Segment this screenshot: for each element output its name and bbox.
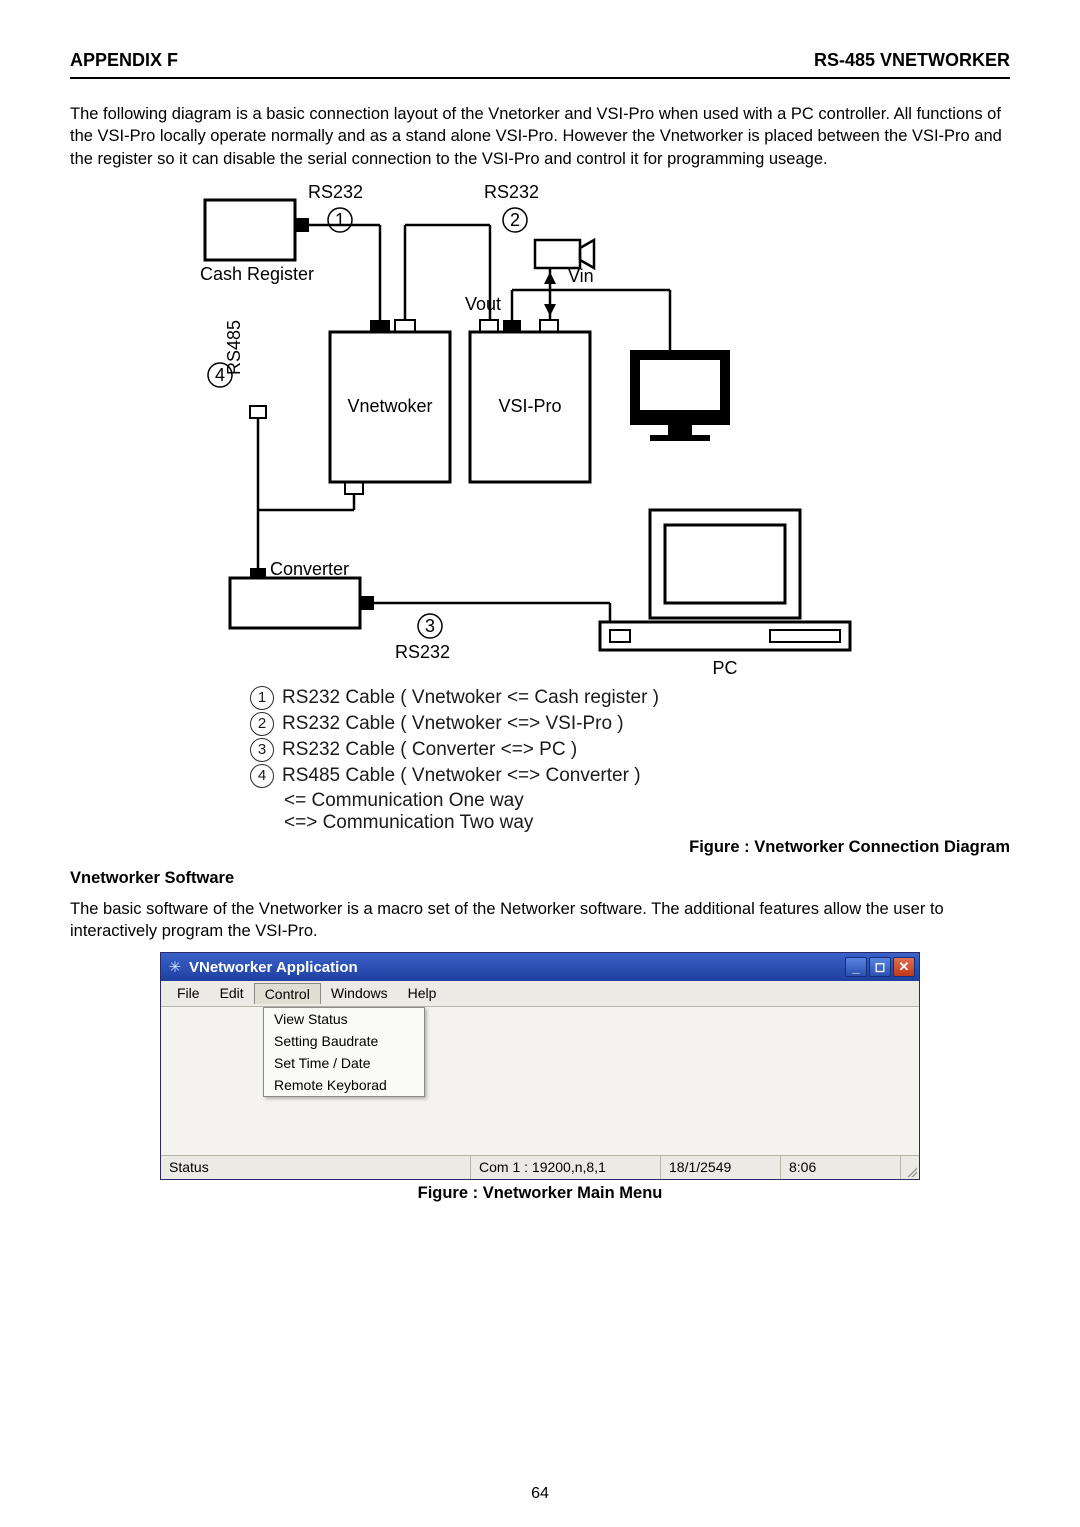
- connection-diagram: RS232 1 Cash Register RS232 2 Vin Vout V…: [170, 180, 910, 680]
- dd-setting-baudrate[interactable]: Setting Baudrate: [264, 1030, 424, 1052]
- legend-one-way: <= Communication One way: [284, 790, 1010, 812]
- legend-num-3: 3: [250, 738, 274, 762]
- status-label: Status: [161, 1156, 471, 1179]
- resize-grip-icon[interactable]: [901, 1156, 919, 1179]
- page-header: APPENDIX F RS-485 VNETWORKER: [70, 50, 1010, 79]
- label-vout: Vout: [465, 294, 501, 314]
- control-dropdown: View Status Setting Baudrate Set Time / …: [263, 1007, 425, 1097]
- diagram-num-2: 2: [510, 210, 520, 230]
- label-converter: Converter: [270, 559, 349, 579]
- label-cash-register: Cash Register: [200, 264, 314, 284]
- menu-control[interactable]: Control: [254, 983, 321, 1004]
- status-time: 8:06: [781, 1156, 901, 1179]
- label-pc: PC: [712, 658, 737, 678]
- legend-text-1: RS232 Cable ( Vnetwoker <= Cash register…: [282, 687, 659, 709]
- status-date: 18/1/2549: [661, 1156, 781, 1179]
- header-left: APPENDIX F: [70, 50, 178, 71]
- statusbar: Status Com 1 : 19200,n,8,1 18/1/2549 8:0…: [161, 1155, 919, 1179]
- client-area: View Status Setting Baudrate Set Time / …: [161, 1007, 919, 1155]
- menu-windows[interactable]: Windows: [321, 983, 398, 1004]
- legend-num-2: 2: [250, 712, 274, 736]
- label-rs232-1: RS232: [308, 182, 363, 202]
- legend-text-3: RS232 Cable ( Converter <=> PC ): [282, 739, 577, 761]
- dd-view-status[interactable]: View Status: [264, 1008, 424, 1030]
- software-paragraph: The basic software of the Vnetworker is …: [70, 898, 1010, 943]
- page-number: 64: [0, 1485, 1080, 1503]
- menu-help[interactable]: Help: [398, 983, 447, 1004]
- figure2-caption: Figure : Vnetworker Main Menu: [70, 1184, 1010, 1203]
- diagram-legend: 1 RS232 Cable ( Vnetwoker <= Cash regist…: [250, 686, 1010, 834]
- minimize-button[interactable]: _: [845, 957, 867, 977]
- label-vnetwoker: Vnetwoker: [347, 396, 432, 416]
- diagram-num-3: 3: [425, 616, 435, 636]
- app-title: VNetworker Application: [189, 959, 845, 976]
- dd-set-time-date[interactable]: Set Time / Date: [264, 1052, 424, 1074]
- legend-item-1: 1 RS232 Cable ( Vnetwoker <= Cash regist…: [250, 686, 1010, 710]
- legend-item-2: 2 RS232 Cable ( Vnetwoker <=> VSI-Pro ): [250, 712, 1010, 736]
- legend-num-1: 1: [250, 686, 274, 710]
- window-buttons: _ ◻ ✕: [845, 957, 915, 977]
- software-header: Vnetworker Software: [70, 869, 1010, 888]
- legend-num-4: 4: [250, 764, 274, 788]
- legend-item-4: 4 RS485 Cable ( Vnetwoker <=> Converter …: [250, 764, 1010, 788]
- legend-two-way: <=> Communication Two way: [284, 812, 1010, 834]
- legend-item-3: 3 RS232 Cable ( Converter <=> PC ): [250, 738, 1010, 762]
- titlebar: ✳ VNetworker Application _ ◻ ✕: [161, 953, 919, 981]
- label-vin: Vin: [568, 266, 594, 286]
- label-rs485: RS485: [224, 320, 244, 375]
- app-icon: ✳: [167, 959, 183, 975]
- status-com: Com 1 : 19200,n,8,1: [471, 1156, 661, 1179]
- figure1-caption: Figure : Vnetworker Connection Diagram: [70, 838, 1010, 857]
- label-rs232-3: RS232: [395, 642, 450, 662]
- menubar: File Edit Control Windows Help: [161, 981, 919, 1007]
- connection-diagram-svg: RS232 1 Cash Register RS232 2 Vin Vout V…: [170, 180, 910, 680]
- menu-file[interactable]: File: [167, 983, 210, 1004]
- label-rs232-2: RS232: [484, 182, 539, 202]
- dd-remote-keyborad[interactable]: Remote Keyborad: [264, 1074, 424, 1096]
- maximize-button[interactable]: ◻: [869, 957, 891, 977]
- menu-edit[interactable]: Edit: [210, 983, 254, 1004]
- header-right: RS-485 VNETWORKER: [814, 50, 1010, 71]
- legend-text-4: RS485 Cable ( Vnetwoker <=> Converter ): [282, 765, 641, 787]
- legend-text-2: RS232 Cable ( Vnetwoker <=> VSI-Pro ): [282, 713, 624, 735]
- close-button[interactable]: ✕: [893, 957, 915, 977]
- label-vsipro: VSI-Pro: [498, 396, 561, 416]
- vnetworker-app-window: ✳ VNetworker Application _ ◻ ✕ File Edit…: [160, 952, 920, 1180]
- intro-paragraph: The following diagram is a basic connect…: [70, 103, 1010, 170]
- diagram-num-1: 1: [335, 210, 345, 230]
